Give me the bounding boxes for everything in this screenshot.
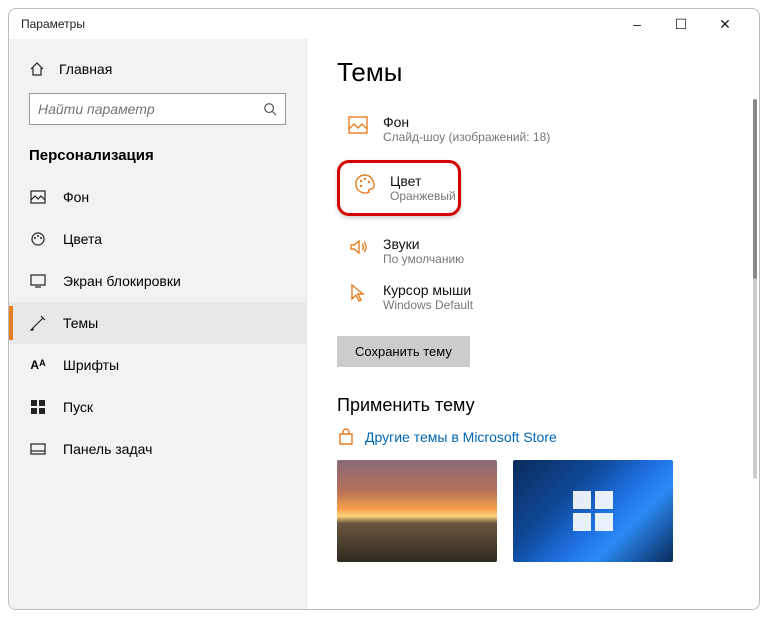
home-label: Главная xyxy=(59,61,112,77)
store-icon xyxy=(337,428,355,446)
start-icon xyxy=(29,400,47,414)
scrollbar-thumb[interactable] xyxy=(753,99,757,279)
search-icon xyxy=(263,102,277,116)
sound-icon xyxy=(347,236,369,258)
theme-row-title: Фон xyxy=(383,114,550,130)
sidebar-item-lockscreen[interactable]: Экран блокировки xyxy=(9,260,306,302)
theme-row-sounds[interactable]: Звуки По умолчанию xyxy=(337,230,729,272)
window-title: Параметры xyxy=(21,17,85,31)
category-title: Персонализация xyxy=(9,137,306,170)
nav-list: Фон Цвета Экран блокировки xyxy=(9,176,306,470)
sidebar-item-label: Экран блокировки xyxy=(63,273,181,289)
page-title: Темы xyxy=(337,57,729,88)
home-button[interactable]: Главная xyxy=(9,51,306,87)
theme-row-title: Цвет xyxy=(390,173,456,189)
sidebar-item-label: Темы xyxy=(63,315,98,331)
theme-thumbnail[interactable] xyxy=(513,460,673,562)
theme-row-color[interactable]: Цвет Оранжевый xyxy=(337,160,461,216)
content-area: Темы Фон Слайд-шоу (изображений: 18) xyxy=(307,39,759,609)
home-icon xyxy=(29,61,45,77)
sidebar-item-label: Пуск xyxy=(63,399,93,415)
titlebar: Параметры – ☐ ✕ xyxy=(9,9,759,39)
search-input[interactable] xyxy=(29,93,286,125)
lockscreen-icon xyxy=(29,274,47,288)
themes-icon xyxy=(29,315,47,331)
theme-thumbnail[interactable] xyxy=(337,460,497,562)
theme-row-sub: По умолчанию xyxy=(383,252,464,266)
store-link-label: Другие темы в Microsoft Store xyxy=(365,429,557,445)
sidebar-item-label: Шрифты xyxy=(63,357,119,373)
store-link[interactable]: Другие темы в Microsoft Store xyxy=(337,428,729,446)
sidebar-item-label: Панель задач xyxy=(63,441,152,457)
image-icon xyxy=(29,190,47,204)
theme-row-background[interactable]: Фон Слайд-шоу (изображений: 18) xyxy=(337,108,729,150)
taskbar-icon xyxy=(29,443,47,455)
sidebar-item-fonts[interactable]: AA Шрифты xyxy=(9,344,306,386)
theme-row-title: Курсор мыши xyxy=(383,282,473,298)
sidebar-item-background[interactable]: Фон xyxy=(9,176,306,218)
palette-icon xyxy=(29,231,47,247)
sidebar: Главная Персонализация xyxy=(9,39,307,609)
sidebar-item-colors[interactable]: Цвета xyxy=(9,218,306,260)
theme-row-title: Звуки xyxy=(383,236,464,252)
sidebar-item-themes[interactable]: Темы xyxy=(9,302,306,344)
theme-thumbnails xyxy=(337,460,729,562)
theme-row-cursor[interactable]: Курсор мыши Windows Default xyxy=(337,276,729,318)
search-field[interactable] xyxy=(38,101,263,117)
image-icon xyxy=(347,114,369,136)
cursor-icon xyxy=(347,282,369,304)
apply-theme-title: Применить тему xyxy=(337,395,729,416)
minimize-button[interactable]: – xyxy=(615,9,659,39)
theme-row-sub: Оранжевый xyxy=(390,189,456,203)
sidebar-item-start[interactable]: Пуск xyxy=(9,386,306,428)
sidebar-item-label: Цвета xyxy=(63,231,102,247)
palette-icon xyxy=(354,173,376,195)
save-theme-button[interactable]: Сохранить тему xyxy=(337,336,470,367)
fonts-icon: AA xyxy=(29,358,47,372)
maximize-button[interactable]: ☐ xyxy=(659,9,703,39)
close-button[interactable]: ✕ xyxy=(703,9,747,39)
theme-row-sub: Слайд-шоу (изображений: 18) xyxy=(383,130,550,144)
sidebar-item-label: Фон xyxy=(63,189,89,205)
sidebar-item-taskbar[interactable]: Панель задач xyxy=(9,428,306,470)
theme-row-sub: Windows Default xyxy=(383,298,473,312)
scrollbar[interactable] xyxy=(753,99,757,479)
